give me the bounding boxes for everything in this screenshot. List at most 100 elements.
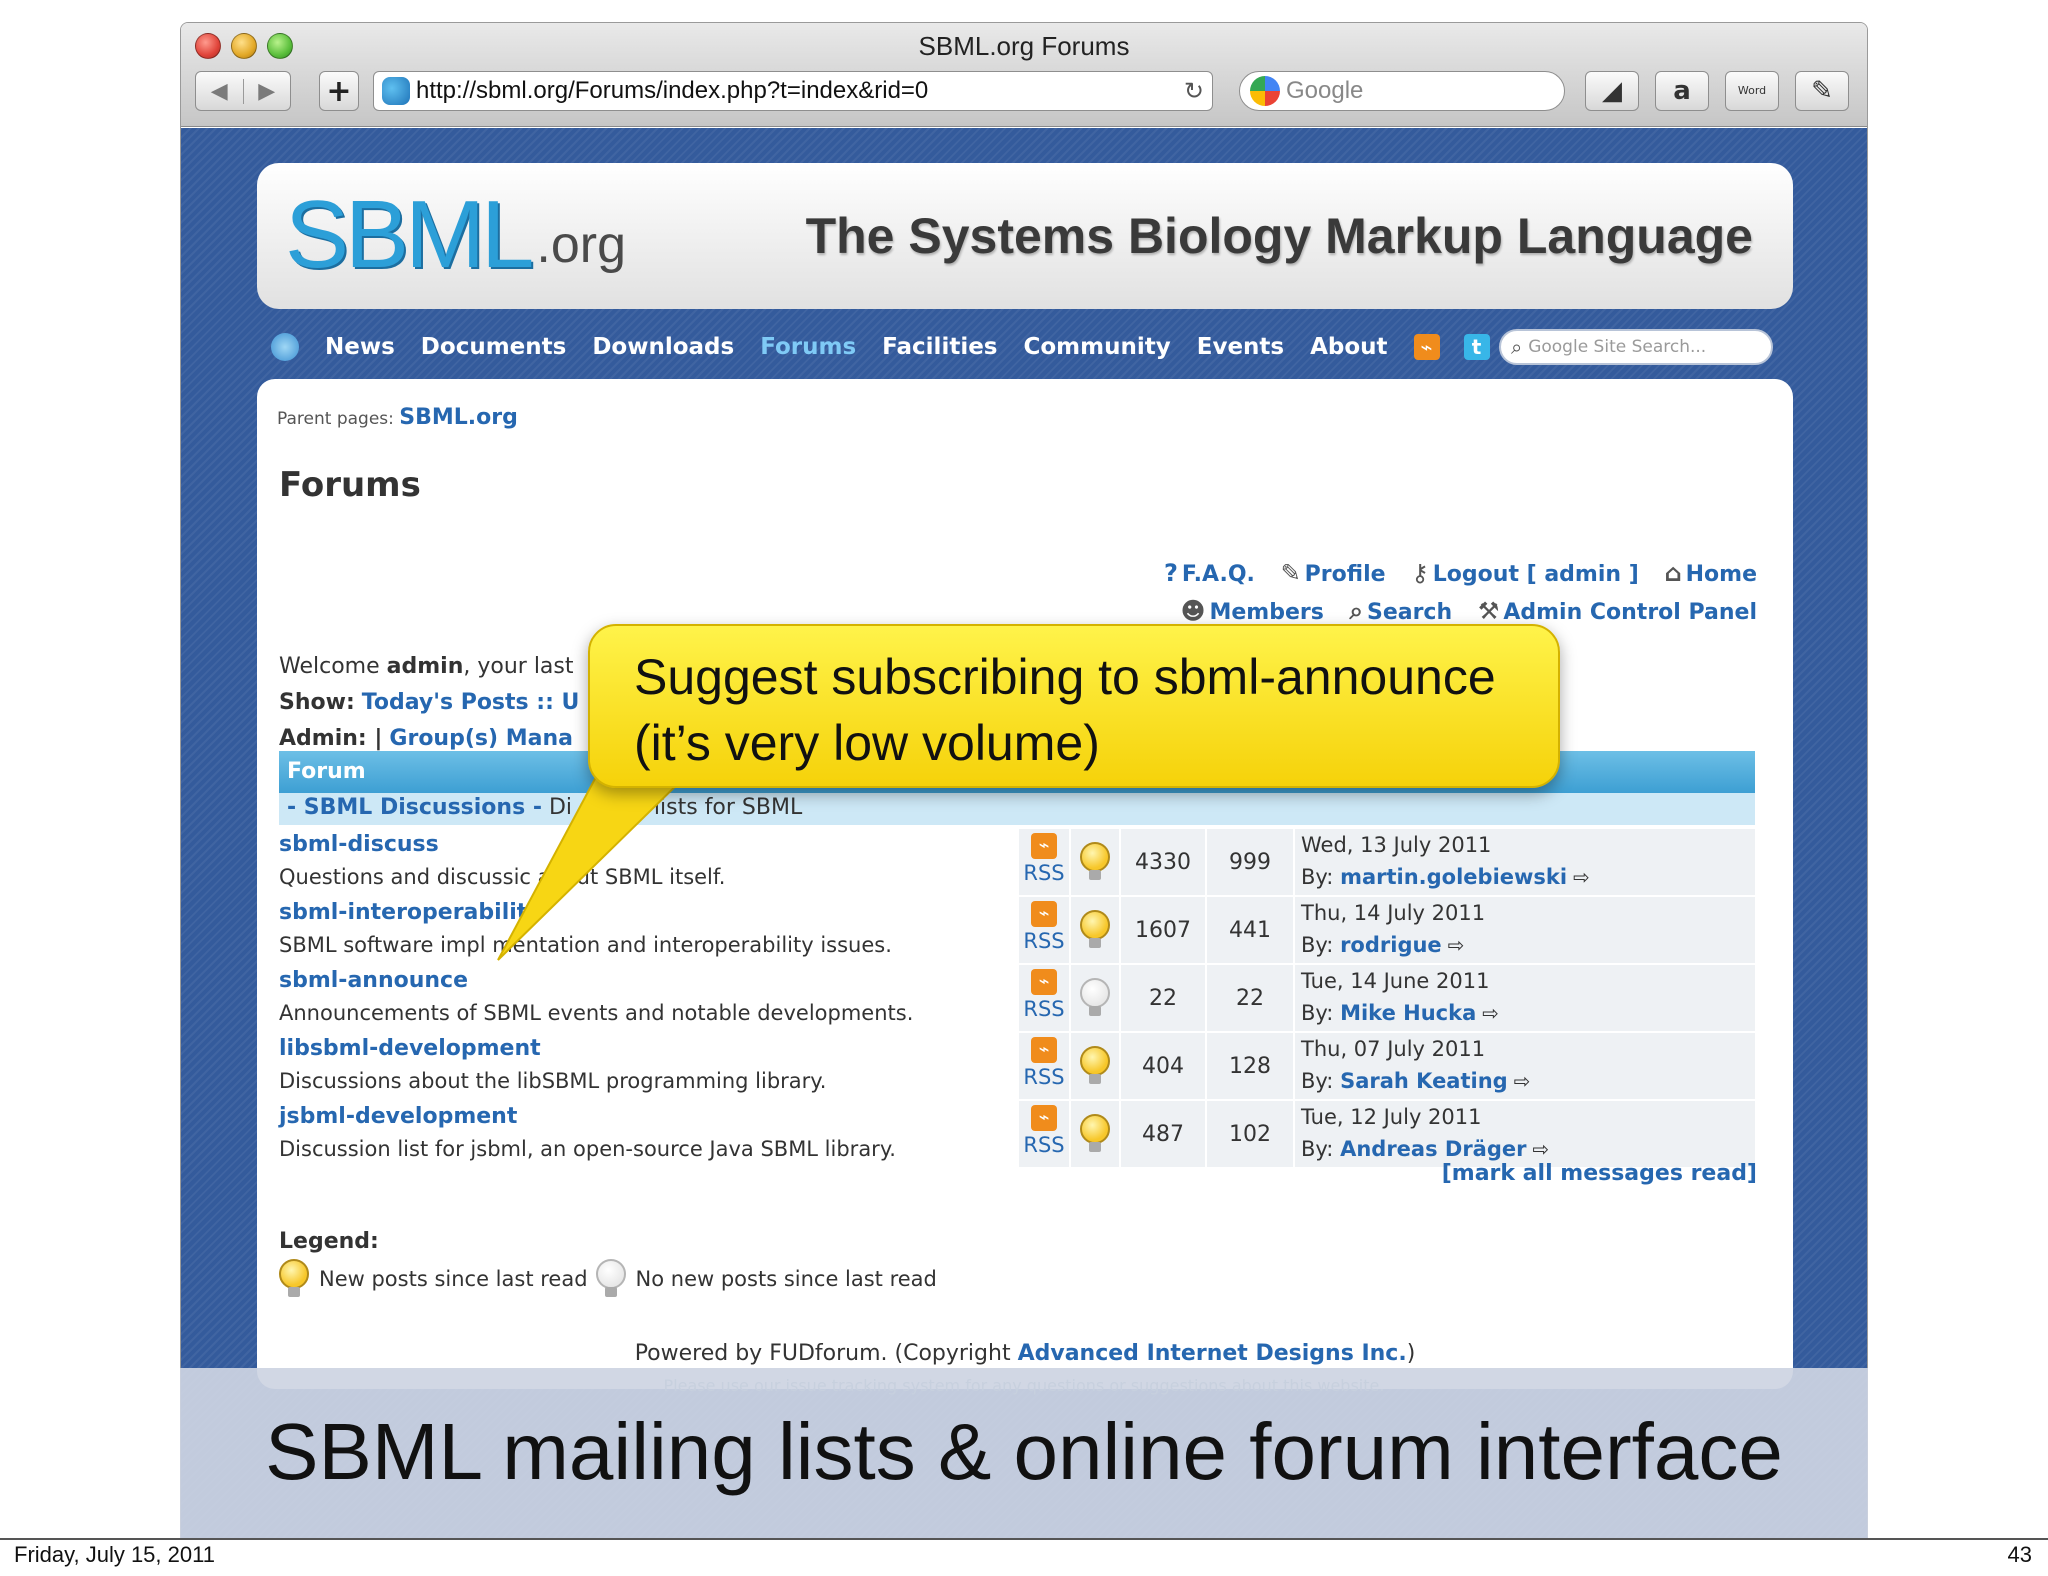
rss-link[interactable]: RSS xyxy=(1019,995,1069,1023)
word-extension-button[interactable]: Word xyxy=(1725,71,1779,111)
last-post-cell: Tue, 14 June 2011 By: Mike Hucka ⇨ xyxy=(1295,965,1755,1031)
site-logo[interactable]: SBML .org xyxy=(285,187,626,283)
callout-line-1: Suggest subscribing to sbml-announce xyxy=(634,649,1496,705)
bird-extension-button[interactable]: ◢ xyxy=(1585,71,1639,111)
forum-info: sbml-announce Announcements of SBML even… xyxy=(279,965,1017,1031)
google-icon xyxy=(1250,76,1280,106)
content-panel: Parent pages: SBML.org Forums ? F.A.Q. ✎ P… xyxy=(257,379,1793,1389)
amazon-icon: a xyxy=(1673,76,1691,106)
search-link[interactable]: ⌕ Search xyxy=(1350,597,1453,625)
faq-link[interactable]: ? F.A.Q. xyxy=(1164,559,1255,587)
fudforum-copyright-link[interactable]: Advanced Internet Designs Inc. xyxy=(1018,1341,1407,1366)
topics-count: 22 xyxy=(1121,965,1205,1031)
goto-post-arrow-icon[interactable]: ⇨ xyxy=(1482,1001,1499,1025)
rss-link[interactable]: RSS xyxy=(1019,1131,1069,1159)
groups-manager-link[interactable]: Group(s) Mana xyxy=(389,726,573,751)
posts-count: 102 xyxy=(1207,1101,1293,1167)
browser-search-placeholder: Google xyxy=(1286,77,1364,104)
section-desc: Di ssions lists for SBML xyxy=(541,795,803,820)
section-name[interactable]: - SBML Discussions - xyxy=(287,795,542,820)
welcome-line: Welcome admin, your last xyxy=(279,654,574,679)
members-icon: ☻ xyxy=(1180,597,1206,625)
nav-news[interactable]: News xyxy=(325,334,395,360)
topics-count: 4330 xyxy=(1121,829,1205,895)
rss-link[interactable]: RSS xyxy=(1019,859,1069,887)
goto-post-arrow-icon[interactable]: ⇨ xyxy=(1532,1137,1549,1161)
page-title: Forums xyxy=(279,465,421,505)
site-rss-icon[interactable]: ⌁ xyxy=(1413,334,1440,360)
url-text[interactable]: http://sbml.org/Forums/index.php?t=index… xyxy=(416,77,1184,105)
last-post-author-link[interactable]: Mike Hucka xyxy=(1340,1001,1476,1025)
add-bookmark-button[interactable]: + xyxy=(319,71,359,111)
topics-count: 487 xyxy=(1121,1101,1205,1167)
legend-title: Legend: xyxy=(279,1229,379,1254)
rss-cell[interactable]: ⌁ RSS xyxy=(1019,897,1069,963)
nav-facilities[interactable]: Facilities xyxy=(882,334,997,360)
amazon-extension-button[interactable]: a xyxy=(1655,71,1709,111)
forum-name-link[interactable]: libsbml-development xyxy=(279,1033,1017,1065)
forum-name-link[interactable]: sbml-announce xyxy=(279,965,1017,997)
nav-community[interactable]: Community xyxy=(1024,334,1171,360)
last-post-author-link[interactable]: Andreas Dräger xyxy=(1340,1137,1526,1161)
welcome-block: Welcome admin, your last Show: Today's P… xyxy=(279,649,579,757)
status-cell xyxy=(1071,1101,1119,1167)
address-bar[interactable]: http://sbml.org/Forums/index.php?t=index… xyxy=(373,71,1213,111)
reload-icon[interactable]: ↻ xyxy=(1184,77,1204,106)
forum-name-link[interactable]: sbml-interoperabilit xyxy=(279,897,1017,929)
forum-info: sbml-discuss Questions and discussic abo… xyxy=(279,829,1017,895)
rss-icon: ⌁ xyxy=(1031,1105,1057,1131)
site-footer-note: Please use our issue tracking system for… xyxy=(663,1376,1385,1395)
table-row: sbml-announce Announcements of SBML even… xyxy=(279,965,1755,1031)
admin-control-panel-link[interactable]: ⚒ Admin Control Panel xyxy=(1478,597,1757,625)
logout-icon: ⚷ xyxy=(1411,559,1429,587)
profile-link[interactable]: ✎ Profile xyxy=(1281,559,1386,587)
logout-link[interactable]: ⚷ Logout [ admin ] xyxy=(1411,559,1639,587)
site-search-input[interactable]: ⌕ Google Site Search... xyxy=(1499,329,1773,365)
members-link[interactable]: ☻ Members xyxy=(1180,597,1323,625)
rss-cell[interactable]: ⌁ RSS xyxy=(1019,1033,1069,1099)
rss-cell[interactable]: ⌁ RSS xyxy=(1019,1101,1069,1167)
forward-icon[interactable]: ▶ xyxy=(242,78,291,104)
mark-all-read-link[interactable]: [mark all messages read] xyxy=(1442,1161,1757,1186)
nav-downloads[interactable]: Downloads xyxy=(592,334,734,360)
nav-about[interactable]: About xyxy=(1310,334,1387,360)
last-post-date: Tue, 14 June 2011 xyxy=(1301,969,1490,993)
todays-posts-link[interactable]: Today's Posts :: U xyxy=(362,690,580,715)
browser-search-field[interactable]: Google xyxy=(1239,71,1565,111)
back-icon[interactable]: ◀ xyxy=(196,79,243,104)
rss-cell[interactable]: ⌁ RSS xyxy=(1019,829,1069,895)
nav-forums[interactable]: Forums xyxy=(760,334,856,360)
nav-documents[interactable]: Documents xyxy=(421,334,567,360)
site-search-icon: ⌕ xyxy=(1511,335,1523,359)
twitter-icon[interactable]: t xyxy=(1463,334,1490,360)
table-row: sbml-interoperabilit SBML software impl … xyxy=(279,897,1755,963)
breadcrumb-link[interactable]: SBML.org xyxy=(399,405,518,430)
sbml-nav-logo-icon[interactable] xyxy=(271,333,299,361)
last-post-author-link[interactable]: Sarah Keating xyxy=(1340,1069,1508,1093)
forum-name-link[interactable]: jsbml-development xyxy=(279,1101,1017,1133)
goto-post-arrow-icon[interactable]: ⇨ xyxy=(1448,933,1465,957)
nav-events[interactable]: Events xyxy=(1197,334,1284,360)
status-cell xyxy=(1071,1033,1119,1099)
forum-description: Questions and discussic about SBML itsel… xyxy=(279,865,726,889)
logo-mark: SBML xyxy=(285,181,534,288)
home-link[interactable]: ⌂ Home xyxy=(1664,559,1757,587)
goto-post-arrow-icon[interactable]: ⇨ xyxy=(1573,865,1590,889)
footer-divider xyxy=(0,1538,2048,1540)
forum-description: Announcements of SBML events and notable… xyxy=(279,1001,914,1025)
last-post-author-link[interactable]: martin.golebiewski xyxy=(1340,865,1567,889)
new-posts-bulb-icon xyxy=(1080,1046,1110,1086)
rss-link[interactable]: RSS xyxy=(1019,927,1069,955)
posts-count: 128 xyxy=(1207,1033,1293,1099)
evernote-extension-button[interactable]: ✎ xyxy=(1795,71,1849,111)
rss-cell[interactable]: ⌁ RSS xyxy=(1019,965,1069,1031)
site-tagline: The Systems Biology Markup Language xyxy=(805,208,1753,264)
forum-name-link[interactable]: sbml-discuss xyxy=(279,829,1017,861)
rss-link[interactable]: RSS xyxy=(1019,1063,1069,1091)
last-post-date: Thu, 07 July 2011 xyxy=(1301,1037,1486,1061)
goto-post-arrow-icon[interactable]: ⇨ xyxy=(1514,1069,1531,1093)
slide-caption-band: Please use our issue tracking system for… xyxy=(180,1368,1868,1540)
last-post-author-link[interactable]: rodrigue xyxy=(1340,933,1442,957)
new-posts-bulb-icon xyxy=(279,1259,309,1299)
posts-count: 22 xyxy=(1207,965,1293,1031)
